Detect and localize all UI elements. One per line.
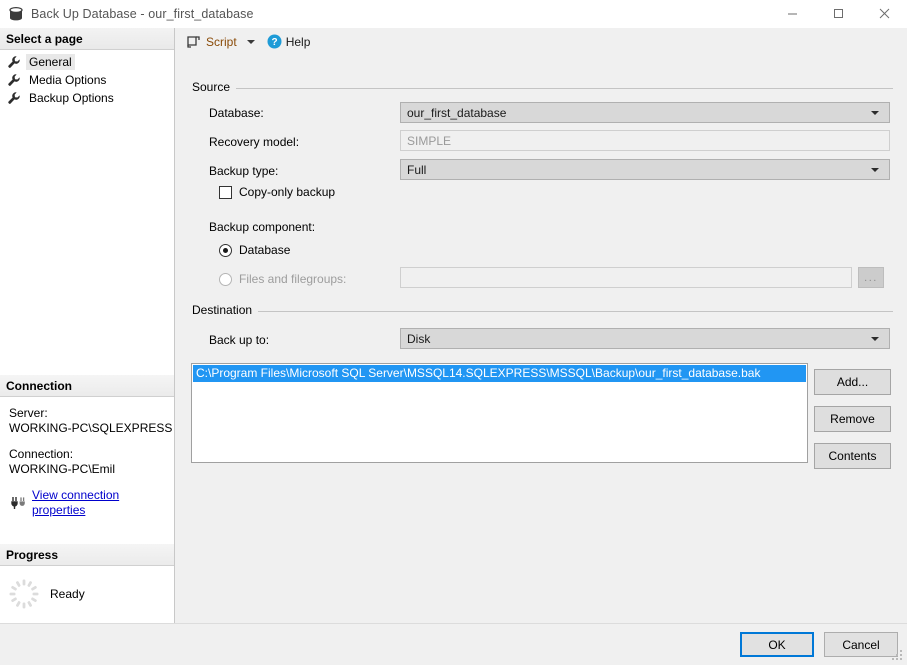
- files-browse-button: ...: [858, 267, 884, 288]
- minimize-button[interactable]: [769, 0, 815, 27]
- backup-type-value: Full: [407, 162, 427, 177]
- connection-value: WORKING-PC\Emil: [9, 462, 115, 476]
- back-up-to-value: Disk: [407, 331, 431, 346]
- cancel-button[interactable]: Cancel: [824, 632, 898, 657]
- destination-group-title: Destination: [192, 303, 259, 317]
- copy-only-backup-label: Copy-only backup: [239, 185, 336, 199]
- sidebar-item-backup-options[interactable]: Backup Options: [0, 89, 174, 107]
- backup-type-label: Backup type:: [209, 164, 279, 178]
- backup-targets-listbox[interactable]: C:\Program Files\Microsoft SQL Server\MS…: [191, 363, 808, 463]
- sidebar-item-media-options[interactable]: Media Options: [0, 71, 174, 89]
- plug-icon: [10, 496, 26, 510]
- back-up-to-row: Back up to:: [209, 333, 269, 347]
- script-button[interactable]: Script: [183, 31, 240, 53]
- component-files-radio: Files and filegroups:: [219, 272, 346, 286]
- progress-spinner-icon: [8, 578, 40, 610]
- view-connection-properties-link[interactable]: View connection properties: [32, 488, 174, 518]
- contents-button[interactable]: Contents: [814, 443, 891, 469]
- wrench-icon: [7, 55, 21, 69]
- database-row: Database:: [209, 106, 264, 120]
- component-database-label: Database: [239, 243, 291, 257]
- recovery-model-row: Recovery model:: [209, 135, 299, 149]
- component-database-radio[interactable]: Database: [219, 243, 290, 257]
- server-value: WORKING-PC\SQLEXPRESS: [9, 421, 173, 435]
- back-up-to-combobox[interactable]: Disk: [400, 328, 890, 349]
- sidebar-item-label: General: [26, 54, 75, 70]
- connection-panel: Connection Server: WORKING-PC\SQLEXPRESS…: [0, 375, 174, 518]
- sidebar-item-general[interactable]: General: [0, 53, 174, 71]
- progress-panel: Progress Ready: [0, 544, 174, 610]
- ok-button[interactable]: OK: [740, 632, 814, 657]
- window-controls: [769, 0, 907, 27]
- backup-component-row: Backup component:: [209, 220, 315, 234]
- recovery-model-value: SIMPLE: [407, 133, 452, 148]
- script-icon: [186, 34, 201, 49]
- close-button[interactable]: [861, 0, 907, 27]
- sidebar: Select a page General Media Options Back…: [0, 28, 175, 623]
- help-button[interactable]: ? Help: [264, 31, 314, 53]
- toolbar: Script ? Help: [175, 28, 907, 55]
- radio-circle: [219, 272, 232, 286]
- server-label: Server:: [9, 406, 48, 420]
- progress-header: Progress: [0, 544, 174, 566]
- maximize-button[interactable]: [815, 0, 861, 27]
- database-icon: [8, 6, 24, 22]
- resize-grip[interactable]: [892, 650, 904, 662]
- source-group: Source: [192, 80, 893, 94]
- chevron-down-icon[interactable]: [861, 103, 889, 122]
- chevron-down-icon[interactable]: [861, 329, 889, 348]
- sidebar-item-label: Media Options: [29, 73, 107, 87]
- checkbox-box: [219, 185, 232, 199]
- select-page-header: Select a page: [0, 28, 174, 50]
- wrench-icon: [7, 73, 21, 87]
- source-group-title: Source: [192, 80, 237, 94]
- chevron-down-icon[interactable]: [246, 39, 255, 44]
- database-label: Database:: [209, 106, 264, 120]
- connection-label: Connection:: [9, 447, 74, 461]
- sidebar-item-label: Backup Options: [29, 91, 114, 105]
- component-files-label: Files and filegroups:: [239, 272, 347, 286]
- recovery-model-label: Recovery model:: [209, 135, 300, 149]
- files-filegroups-input: [400, 267, 852, 288]
- copy-only-backup-checkbox[interactable]: Copy-only backup: [219, 185, 335, 199]
- script-label: Script: [206, 34, 237, 49]
- wrench-icon: [7, 91, 21, 105]
- destination-group: Destination: [192, 303, 893, 317]
- backup-type-row: Backup type:: [209, 164, 278, 178]
- radio-circle: [219, 243, 232, 257]
- database-value: our_first_database: [407, 105, 507, 120]
- database-combobox[interactable]: our_first_database: [400, 102, 890, 123]
- footer: OK Cancel: [0, 623, 907, 665]
- list-item[interactable]: C:\Program Files\Microsoft SQL Server\MS…: [193, 365, 806, 382]
- title-bar: Back Up Database - our_first_database: [0, 0, 907, 29]
- backup-component-label: Backup component:: [209, 220, 316, 234]
- recovery-model-field: SIMPLE: [400, 130, 890, 151]
- remove-button[interactable]: Remove: [814, 406, 891, 432]
- help-label: Help: [285, 34, 311, 49]
- add-button[interactable]: Add...: [814, 369, 891, 395]
- connection-header: Connection: [0, 375, 174, 397]
- progress-status: Ready: [50, 587, 85, 601]
- chevron-down-icon[interactable]: [861, 160, 889, 179]
- svg-text:?: ?: [271, 37, 277, 48]
- content-panel: Script ? Help Source Database: our_first…: [175, 28, 907, 623]
- back-up-to-label: Back up to:: [209, 333, 270, 347]
- page-list: General Media Options Backup Options: [0, 50, 174, 107]
- help-icon: ?: [267, 34, 282, 49]
- window-title: Back Up Database - our_first_database: [31, 7, 254, 21]
- backup-type-combobox[interactable]: Full: [400, 159, 890, 180]
